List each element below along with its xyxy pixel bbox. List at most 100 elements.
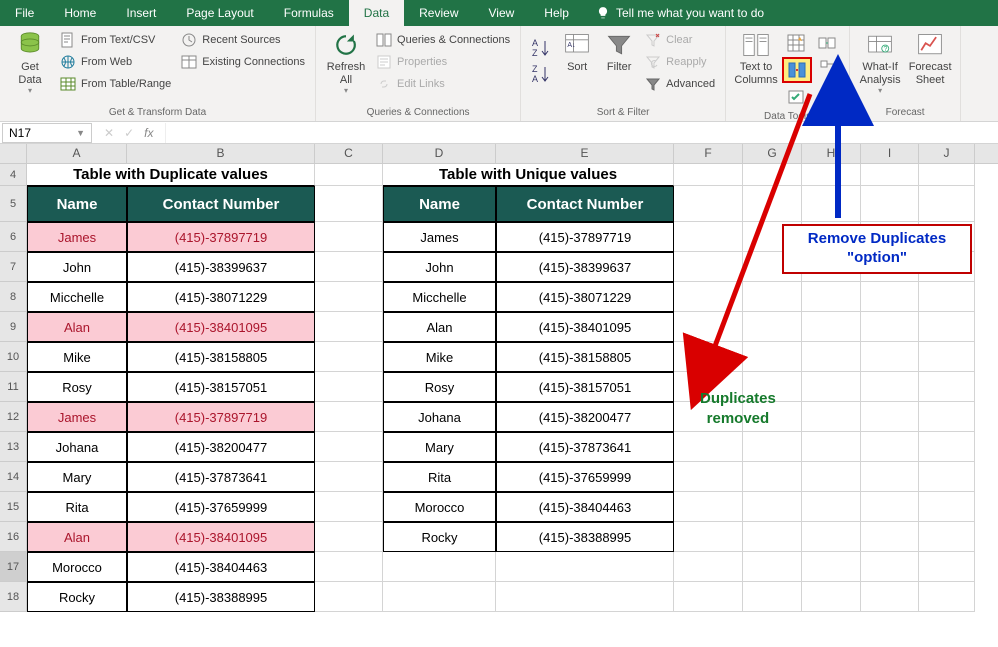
cell[interactable] <box>919 282 975 312</box>
table2-contact[interactable]: (415)-38388995 <box>496 522 674 552</box>
table1-contact[interactable]: (415)-38404463 <box>127 552 315 582</box>
consolidate-button[interactable] <box>813 31 841 55</box>
cell[interactable] <box>802 342 861 372</box>
cell[interactable] <box>861 582 919 612</box>
cell[interactable] <box>743 222 802 252</box>
existing-connections-button[interactable]: Existing Connections <box>177 51 309 73</box>
tab-view[interactable]: View <box>474 0 530 26</box>
cell[interactable] <box>315 186 383 222</box>
col-header-B[interactable]: B <box>127 144 315 163</box>
row-header[interactable]: 8 <box>0 282 27 312</box>
cell[interactable] <box>674 492 743 522</box>
cell[interactable] <box>802 462 861 492</box>
cell[interactable] <box>802 402 861 432</box>
cell[interactable] <box>743 282 802 312</box>
cell[interactable] <box>674 582 743 612</box>
cell[interactable] <box>743 342 802 372</box>
table2-name[interactable]: Rita <box>383 462 496 492</box>
row-header[interactable]: 6 <box>0 222 27 252</box>
row-header[interactable]: 9 <box>0 312 27 342</box>
cell[interactable] <box>861 252 919 282</box>
cell[interactable] <box>802 372 861 402</box>
cell[interactable] <box>919 164 975 186</box>
cell[interactable] <box>802 164 861 186</box>
cell[interactable] <box>861 186 919 222</box>
cell[interactable] <box>674 164 743 186</box>
cell[interactable] <box>315 462 383 492</box>
cell[interactable] <box>674 342 743 372</box>
cell[interactable] <box>496 582 674 612</box>
cell[interactable] <box>743 432 802 462</box>
cell[interactable] <box>802 222 861 252</box>
cell[interactable] <box>861 552 919 582</box>
row-header[interactable]: 10 <box>0 342 27 372</box>
col-header-A[interactable]: A <box>27 144 127 163</box>
cell[interactable] <box>315 582 383 612</box>
cell[interactable] <box>743 582 802 612</box>
forecast-sheet-button[interactable]: Forecast Sheet <box>906 29 954 88</box>
cell[interactable] <box>919 492 975 522</box>
cell[interactable] <box>315 342 383 372</box>
from-table-range-button[interactable]: From Table/Range <box>56 73 175 95</box>
name-box[interactable]: N17 ▼ <box>2 123 92 143</box>
tell-me[interactable]: Tell me what you want to do <box>584 0 776 26</box>
recent-sources-button[interactable]: Recent Sources <box>177 29 309 51</box>
tab-review[interactable]: Review <box>404 0 473 26</box>
cell[interactable] <box>802 432 861 462</box>
table1-name[interactable]: Morocco <box>27 552 127 582</box>
cell[interactable] <box>674 402 743 432</box>
table1-contact[interactable]: (415)-38158805 <box>127 342 315 372</box>
cell[interactable] <box>674 282 743 312</box>
table2-name[interactable]: Mary <box>383 432 496 462</box>
edit-links-button[interactable]: Edit Links <box>372 73 514 95</box>
cell[interactable] <box>743 164 802 186</box>
tab-help[interactable]: Help <box>529 0 584 26</box>
formula-bar[interactable] <box>165 123 998 143</box>
table2-header-name[interactable]: Name <box>383 186 496 222</box>
table1-name[interactable]: Rosy <box>27 372 127 402</box>
table1-name[interactable]: Rocky <box>27 582 127 612</box>
col-header-F[interactable]: F <box>674 144 743 163</box>
col-header-I[interactable]: I <box>861 144 919 163</box>
table2-contact[interactable]: (415)-38157051 <box>496 372 674 402</box>
cell[interactable] <box>919 222 975 252</box>
col-header-H[interactable]: H <box>802 144 861 163</box>
cell[interactable] <box>674 552 743 582</box>
cell[interactable] <box>315 552 383 582</box>
cell[interactable] <box>861 402 919 432</box>
table1-name[interactable]: James <box>27 222 127 252</box>
col-header-J[interactable]: J <box>919 144 975 163</box>
cell[interactable] <box>315 402 383 432</box>
cell[interactable] <box>674 372 743 402</box>
cell[interactable] <box>743 402 802 432</box>
cell[interactable] <box>919 342 975 372</box>
table1-name[interactable]: Mike <box>27 342 127 372</box>
table1-contact[interactable]: (415)-38388995 <box>127 582 315 612</box>
table1-name[interactable]: John <box>27 252 127 282</box>
cell[interactable] <box>802 522 861 552</box>
data-validation-button[interactable] <box>782 85 810 109</box>
table1-title[interactable]: Table with Duplicate values <box>27 164 315 186</box>
from-text-csv-button[interactable]: From Text/CSV <box>56 29 175 51</box>
cell[interactable] <box>315 372 383 402</box>
table2-name[interactable]: Mike <box>383 342 496 372</box>
table1-contact[interactable]: (415)-38401095 <box>127 312 315 342</box>
cell[interactable] <box>802 252 861 282</box>
cell[interactable] <box>496 552 674 582</box>
cell[interactable] <box>802 552 861 582</box>
get-data-button[interactable]: Get Data ▾ <box>6 29 54 97</box>
cell[interactable] <box>861 312 919 342</box>
cell[interactable] <box>315 164 383 186</box>
row-header[interactable]: 14 <box>0 462 27 492</box>
table2-name[interactable]: Rosy <box>383 372 496 402</box>
tab-data[interactable]: Data <box>349 0 404 26</box>
flash-fill-button[interactable] <box>782 31 810 55</box>
table1-contact[interactable]: (415)-37873641 <box>127 462 315 492</box>
cell[interactable] <box>919 522 975 552</box>
from-web-button[interactable]: From Web <box>56 51 175 73</box>
row-header[interactable]: 17 <box>0 552 27 582</box>
row-header[interactable]: 11 <box>0 372 27 402</box>
col-header-D[interactable]: D <box>383 144 496 163</box>
cell[interactable] <box>315 252 383 282</box>
cell[interactable] <box>743 462 802 492</box>
